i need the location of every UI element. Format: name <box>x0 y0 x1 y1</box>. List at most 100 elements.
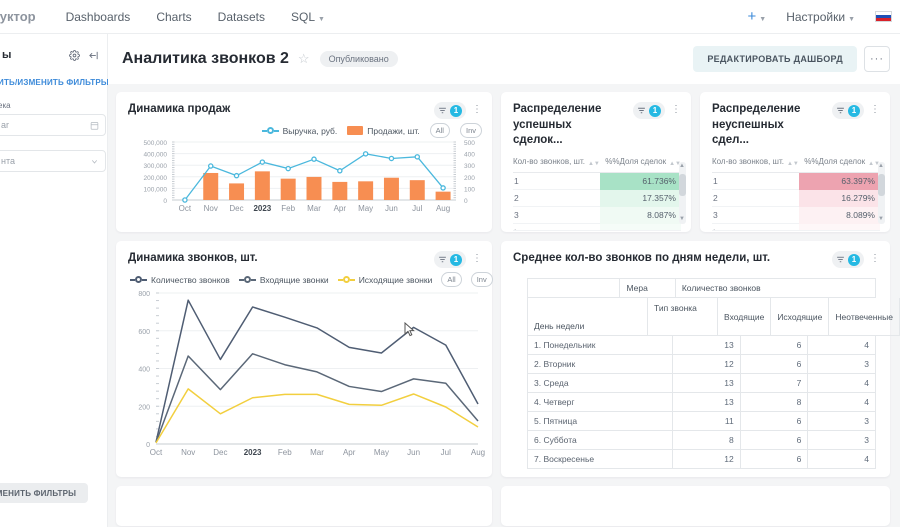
pivot-row5-v0: 8 <box>673 431 741 450</box>
sales-x-tick: Nov <box>198 204 224 213</box>
card-fail-tools: 1 ⋮ <box>832 102 882 119</box>
card-successful-deals: Распределение успешных сделок... 1 <box>501 92 691 232</box>
card-sales-filter-chip[interactable]: 1 <box>434 102 466 119</box>
legend-inv-button[interactable]: Inv <box>471 272 493 287</box>
card-weekday-menu-icon[interactable]: ⋮ <box>868 255 882 264</box>
pivot-measure-value: Количество звонков <box>676 279 876 298</box>
top-navbar: руктор Dashboards Charts Datasets SQL▼ +… <box>0 0 900 34</box>
card-fail-title: Распределение неуспешных сдел... <box>712 102 816 149</box>
table-row[interactable]: 3. Среда 13 7 4 <box>528 374 876 393</box>
legend-item-revenue[interactable]: Выручка, руб. <box>262 126 338 136</box>
fail-table-scrollbar-thumb[interactable] <box>878 174 885 196</box>
legend-item-outgoing-calls[interactable]: Исходящие звонки <box>338 275 433 285</box>
fail-row1-n: 2 <box>712 193 799 203</box>
status-badge: Опубликовано <box>320 51 398 67</box>
sales-x-tick: Oct <box>172 204 198 213</box>
dashboard-app: руктор Dashboards Charts Datasets SQL▼ +… <box>0 0 900 527</box>
gear-icon[interactable] <box>69 50 80 61</box>
pivot-col-incoming[interactable]: Входящие <box>718 298 771 336</box>
card-sales-menu-icon[interactable]: ⋮ <box>470 106 484 115</box>
fail-col2-header[interactable]: %%Доля сделок ▲▼ <box>799 157 880 168</box>
table-row[interactable]: 1 61.736% <box>513 173 681 190</box>
sidebar-header-icons <box>69 50 99 61</box>
card-weekday-filter-chip[interactable]: 1 <box>832 251 864 268</box>
table-row[interactable]: 2 16.279% <box>712 190 880 207</box>
pivot-row0-day: 1. Понедельник <box>528 336 619 355</box>
nav-item-dashboards[interactable]: Dashboards <box>66 10 131 24</box>
success-col1-header[interactable]: Кол-во звонков, шт. ▲▼ <box>513 157 600 168</box>
scroll-down-icon[interactable]: ▼ <box>878 216 884 222</box>
legend-item-total-calls[interactable]: Количество звонков <box>130 275 230 285</box>
card-fail-filter-chip[interactable]: 1 <box>832 102 864 119</box>
calls-chart-plot[interactable]: 0200400600800OctNovDec2023FebMarAprMayJu… <box>116 287 492 462</box>
table-row[interactable]: 6. Суббота 8 6 3 <box>528 431 876 450</box>
table-row[interactable]: 7. Воскресенье 12 6 4 <box>528 450 876 469</box>
apply-filters-button[interactable]: ИМЕНИТЬ ФИЛЬТРЫ <box>0 483 88 503</box>
calls-x-tick: May <box>365 448 397 457</box>
legend-all-button[interactable]: All <box>441 272 461 287</box>
sidebar-field2-value: нта <box>1 156 15 166</box>
collapse-left-icon[interactable] <box>88 50 99 61</box>
line-marker-icon <box>239 276 256 283</box>
nav-item-sql[interactable]: SQL▼ <box>291 10 325 24</box>
fail-col1-header[interactable]: Кол-во звонков, шт. ▲▼ <box>712 157 799 168</box>
legend-inv-button[interactable]: Inv <box>460 123 482 138</box>
pivot-measure-label: Мера <box>620 279 675 298</box>
table-row[interactable]: 4. Четверг 13 8 4 <box>528 393 876 412</box>
calls-x-tick: Apr <box>333 448 365 457</box>
card-sales-filter-count: 1 <box>450 105 462 117</box>
table-row[interactable]: 1 63.397% <box>712 173 880 190</box>
table-row[interactable]: 3 8.087% <box>513 207 681 224</box>
scroll-up-icon[interactable]: ▲ <box>878 163 884 169</box>
success-row0-n: 1 <box>513 176 600 186</box>
ru-flag-icon[interactable] <box>875 11 892 22</box>
card-success-filter-chip[interactable]: 1 <box>633 102 665 119</box>
table-row[interactable]: 5. Пятница 11 6 3 <box>528 412 876 431</box>
nav-item-dashboards-label: Dashboards <box>66 10 131 24</box>
table-row[interactable]: . <box>712 224 880 231</box>
svg-text:200: 200 <box>464 175 475 182</box>
card-success-tools: 1 ⋮ <box>633 102 683 119</box>
success-col2-header[interactable]: %%Доля сделок ▲▼ <box>600 157 681 168</box>
nav-item-charts[interactable]: Charts <box>156 10 191 24</box>
more-actions-button[interactable]: ··· <box>864 46 890 72</box>
card-sales-legend: Выручка, руб. Продажи, шт. All Inv <box>116 119 492 138</box>
star-icon[interactable]: ☆ <box>298 51 310 67</box>
pivot-col-outgoing[interactable]: Исходящие <box>771 298 829 336</box>
sales-chart-plot[interactable]: 00100,000100200,000200300,000300400,0004… <box>116 138 492 216</box>
card-calls-menu-icon[interactable]: ⋮ <box>470 255 484 264</box>
card-fail-menu-icon[interactable]: ⋮ <box>868 106 882 115</box>
card-success-menu-icon[interactable]: ⋮ <box>669 106 683 115</box>
table-row[interactable]: 2 17.357% <box>513 190 681 207</box>
table-row[interactable]: . <box>513 224 681 231</box>
sales-x-tick: Jun <box>379 204 405 213</box>
pivot-blank-2 <box>528 298 648 317</box>
success-table-scrollbar-thumb[interactable] <box>679 174 686 196</box>
card-calls-filter-chip[interactable]: 1 <box>434 251 466 268</box>
calls-x-tick: Oct <box>140 448 172 457</box>
nav-item-settings[interactable]: Настройки▼ <box>786 10 855 24</box>
table-row[interactable]: 3 8.089% <box>712 207 880 224</box>
nav-item-datasets[interactable]: Datasets <box>218 10 265 24</box>
edit-dashboard-button[interactable]: РЕДАКТИРОВАТЬ ДАШБОРД <box>693 46 857 72</box>
svg-text:100,000: 100,000 <box>144 186 168 193</box>
card-sales-dynamics: Динамика продаж 1 ⋮ <box>116 92 492 232</box>
table-row[interactable]: 1. Понедельник 13 6 4 <box>528 336 876 355</box>
table-row[interactable]: 2. Вторник 12 6 3 <box>528 355 876 374</box>
scroll-up-icon[interactable]: ▲ <box>679 163 685 169</box>
sidebar-edit-filters-link[interactable]: ИТЬ/ИЗМЕНИТЬ ФИЛЬТРЫ <box>0 78 99 87</box>
sales-x-tick: Mar <box>301 204 327 213</box>
sidebar-date-filter-input[interactable]: ar <box>0 114 106 136</box>
legend-all-button[interactable]: All <box>430 123 450 138</box>
sales-x-tick: Jul <box>404 204 430 213</box>
add-new-button[interactable]: +▼ <box>748 8 767 25</box>
app-brand[interactable]: руктор <box>0 9 36 24</box>
legend-item-incoming-calls[interactable]: Входящие звонки <box>239 275 329 285</box>
sidebar-field1-label: ека <box>0 101 99 110</box>
pivot-row0-v2: 4 <box>808 336 876 355</box>
legend-item-sales[interactable]: Продажи, шт. <box>347 126 419 136</box>
sidebar-client-filter-select[interactable]: нта <box>0 150 106 172</box>
pivot-col-missed[interactable]: Неотвеченные <box>829 298 900 336</box>
page-title: Аналитика звонков 2 <box>122 50 289 68</box>
scroll-down-icon[interactable]: ▼ <box>679 216 685 222</box>
